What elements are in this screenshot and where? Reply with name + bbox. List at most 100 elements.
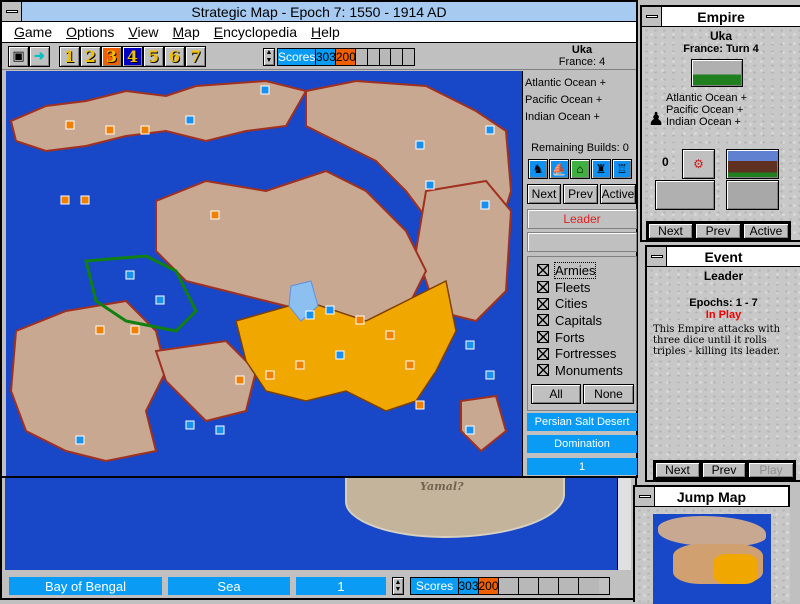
empty-slot [726, 180, 779, 210]
event-next-button[interactable]: Next [655, 462, 700, 478]
enemy-unit-marker[interactable] [185, 115, 195, 125]
enemy-unit-marker[interactable] [75, 435, 85, 445]
epoch-button-6[interactable]: 6 [164, 46, 185, 67]
epoch-button-3[interactable]: 3 [101, 46, 122, 67]
epoch-button-7[interactable]: 7 [185, 46, 206, 67]
enemy-unit-marker[interactable] [215, 425, 225, 435]
france-unit-marker[interactable] [415, 400, 425, 410]
france-unit-marker[interactable] [265, 370, 275, 380]
filter-armies[interactable]: Armies [537, 261, 636, 279]
event-play-button[interactable]: Play [748, 462, 794, 478]
empire-panel: Empire Uka France: Turn 4 ♟ Atlantic Oce… [640, 5, 800, 242]
strategic-map[interactable] [6, 71, 522, 476]
epoch-button-2[interactable]: 2 [80, 46, 101, 67]
empire-next-button[interactable]: Next [648, 223, 693, 239]
scores-scroll-button[interactable]: ▲ ▼ [392, 577, 404, 595]
system-menu-button[interactable] [635, 487, 655, 506]
enemy-unit-marker[interactable] [325, 305, 335, 315]
france-unit-marker[interactable] [95, 325, 105, 335]
scores-scroll-button[interactable]: ▲ ▼ [263, 48, 275, 66]
filter-cities[interactable]: Cities [537, 295, 636, 312]
france-unit-marker[interactable] [210, 210, 220, 220]
next-button[interactable]: Next [527, 184, 561, 204]
empire-active-button[interactable]: Active [743, 223, 789, 239]
status-territory: Bay of Bengal [9, 577, 162, 595]
event-prev-button[interactable]: Prev [702, 462, 746, 478]
enemy-unit-marker[interactable] [335, 350, 345, 360]
build-army-icon[interactable]: ♞ [528, 159, 548, 179]
status-value: 1 [296, 577, 386, 595]
enemy-unit-marker[interactable] [155, 295, 165, 305]
enemy-unit-marker[interactable] [415, 140, 425, 150]
france-unit-marker[interactable] [60, 195, 70, 205]
menu-map[interactable]: Map [172, 24, 199, 40]
enemy-unit-marker[interactable] [185, 420, 195, 430]
france-unit-marker[interactable] [385, 330, 395, 340]
menu-game[interactable]: Game [14, 24, 52, 40]
toolbar: ▣ ➜ 1 2 3 4 5 6 7 ▲ ▼ Scores 303 200 Uka … [2, 44, 636, 70]
event-title-bar[interactable]: Event [647, 247, 800, 267]
france-unit-marker[interactable] [65, 120, 75, 130]
save-icon[interactable]: ▣ [8, 46, 29, 67]
enemy-unit-marker[interactable] [465, 425, 475, 435]
build-city-icon[interactable]: ⌂ [570, 159, 590, 179]
menu-options[interactable]: Options [66, 24, 114, 40]
enemy-unit-marker[interactable] [425, 180, 435, 190]
cannon-icon[interactable]: ⚙ [682, 149, 715, 179]
jump-map-title-bar[interactable]: Jump Map [635, 487, 788, 507]
menu-help[interactable]: Help [311, 24, 340, 40]
system-menu-button[interactable] [2, 2, 22, 21]
system-menu-button[interactable] [642, 7, 662, 26]
epoch-button-1[interactable]: 1 [59, 46, 80, 67]
build-fleet-icon[interactable]: ⛵ [549, 159, 569, 179]
title-bar[interactable]: Strategic Map - Epoch 7: 1550 - 1914 AD [2, 2, 636, 22]
enemy-unit-marker[interactable] [305, 310, 315, 320]
france-unit-marker[interactable] [295, 360, 305, 370]
system-menu-button[interactable] [647, 247, 667, 266]
event-status: In Play [705, 309, 742, 321]
epoch-button-5[interactable]: 5 [143, 46, 164, 67]
empire-title-bar[interactable]: Empire [642, 7, 800, 27]
enemy-unit-marker[interactable] [465, 340, 475, 350]
france-unit-marker[interactable] [405, 360, 415, 370]
build-fortress-icon[interactable]: ♖ [612, 159, 632, 179]
prev-button[interactable]: Prev [563, 184, 598, 204]
filter-capitals[interactable]: Capitals [537, 312, 636, 329]
select-all-button[interactable]: All [531, 383, 581, 404]
enemy-unit-marker[interactable] [260, 85, 270, 95]
industry-image [655, 180, 715, 210]
vertical-scrollbar[interactable] [617, 478, 631, 570]
enemy-unit-marker[interactable] [480, 200, 490, 210]
epoch-button-4[interactable]: 4 [122, 46, 143, 67]
jump-map-panel: Jump Map [633, 485, 790, 604]
france-unit-marker[interactable] [130, 325, 140, 335]
france-unit-marker[interactable] [80, 195, 90, 205]
territory-value: 1 [527, 458, 637, 475]
france-unit-marker[interactable] [140, 125, 150, 135]
france-unit-marker[interactable] [235, 375, 245, 385]
enemy-unit-marker[interactable] [485, 370, 495, 380]
filter-fleets[interactable]: Fleets [537, 279, 636, 296]
active-button[interactable]: Active [600, 184, 636, 204]
enemy-unit-marker[interactable] [125, 270, 135, 280]
filter-fortresses[interactable]: Fortresses [537, 345, 636, 362]
filter-group: Armies Fleets Cities Capitals Forts Fort… [527, 256, 637, 411]
select-none-button[interactable]: None [583, 383, 634, 404]
map-svg [9, 79, 513, 463]
filter-monuments[interactable]: Monuments [537, 362, 636, 379]
next-arrow-icon[interactable]: ➜ [29, 46, 50, 67]
france-unit-marker[interactable] [105, 125, 115, 135]
event-name: Leader [703, 269, 744, 283]
score-2: 200 [335, 49, 357, 65]
france-unit-marker[interactable] [355, 315, 365, 325]
background-map[interactable]: Yamal? [5, 478, 617, 570]
menu-encyclopedia[interactable]: Encyclopedia [214, 24, 297, 40]
build-fort-icon[interactable]: ♜ [591, 159, 611, 179]
sea-access: Indian Ocean + [666, 116, 741, 128]
empire-prev-button[interactable]: Prev [695, 223, 741, 239]
menu-view[interactable]: View [128, 24, 158, 40]
jump-map[interactable] [653, 514, 771, 604]
filter-forts[interactable]: Forts [537, 329, 636, 346]
enemy-unit-marker[interactable] [485, 125, 495, 135]
empire-turn: France: Turn 4 [683, 43, 759, 55]
